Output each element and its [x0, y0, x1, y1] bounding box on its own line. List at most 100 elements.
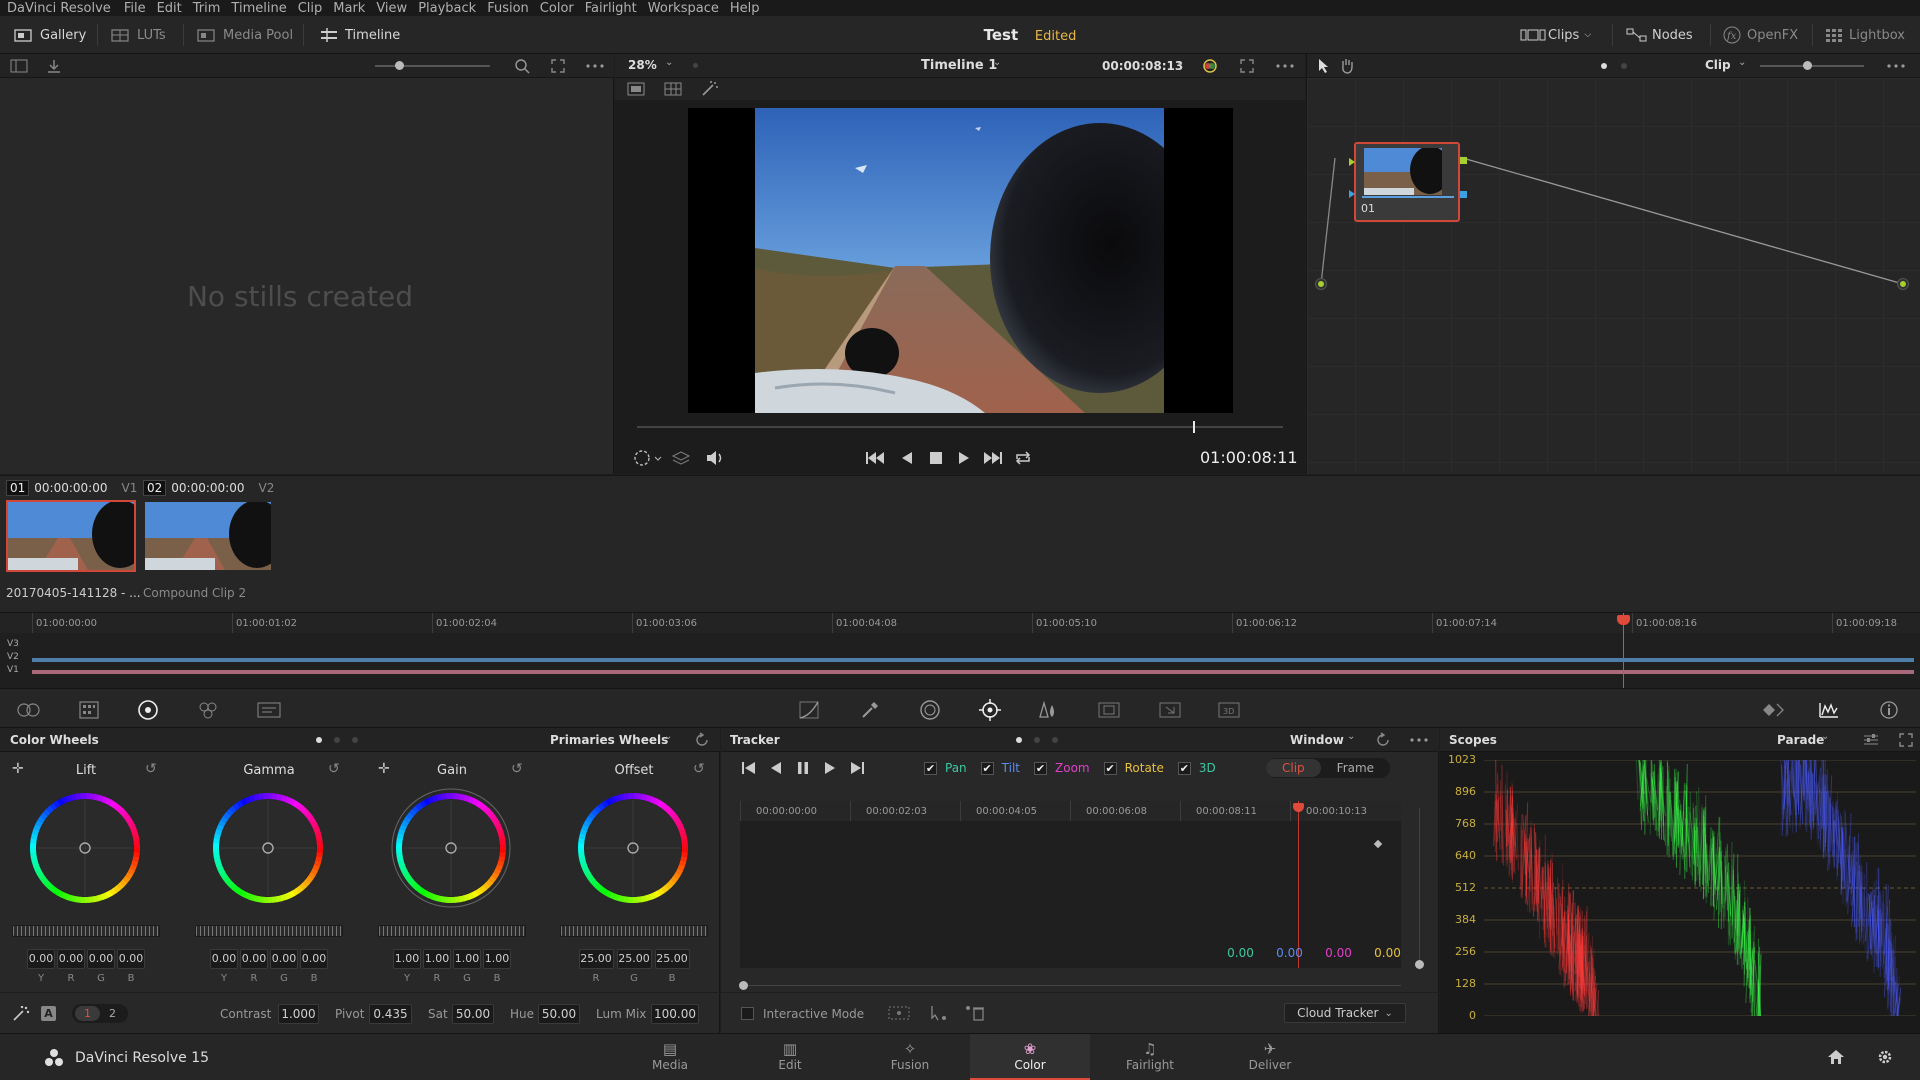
auto-color-icon[interactable]: A [41, 1006, 56, 1021]
wheel-value-field[interactable]: 1.00 [453, 949, 481, 969]
master-wheel-slider[interactable] [195, 925, 343, 937]
node-zoom-handle[interactable] [1803, 61, 1812, 70]
keyframes-icon[interactable] [1761, 700, 1785, 720]
expand-icon[interactable] [1898, 732, 1914, 748]
gear-icon[interactable] [1876, 1048, 1894, 1066]
sat-field[interactable]: 50.00 [452, 1004, 494, 1024]
master-wheel-slider[interactable] [378, 925, 526, 937]
tracker-mode-select[interactable]: Window [1290, 733, 1344, 747]
luts-button[interactable]: LUTs [111, 25, 166, 45]
key-icon[interactable] [1097, 700, 1121, 720]
interactive-mode-checkbox[interactable] [741, 1007, 754, 1020]
rgb-mixer-icon[interactable] [197, 700, 219, 720]
home-icon[interactable] [1827, 1049, 1845, 1065]
menu-davinci[interactable]: DaVinci Resolve [7, 1, 111, 16]
menu-timeline[interactable]: Timeline [231, 1, 286, 16]
page-tab-fusion[interactable]: ✧ Fusion [850, 1034, 970, 1080]
page-tab-deliver[interactable]: ✈ Deliver [1210, 1034, 1330, 1080]
chevron-down-icon[interactable]: ⌄ [993, 57, 1001, 68]
menu-mark[interactable]: Mark [333, 1, 365, 16]
tracker-icon[interactable] [978, 699, 1002, 721]
openfx-button[interactable]: fx OpenFX [1723, 25, 1798, 45]
wheel-value-field[interactable]: 0.00 [87, 949, 115, 969]
volume-icon[interactable] [705, 449, 725, 467]
menu-color[interactable]: Color [540, 1, 574, 16]
node-input-rgb[interactable] [1349, 158, 1355, 166]
clips-button[interactable]: Clips ⌵ [1520, 25, 1591, 45]
track-v2-clip[interactable] [32, 658, 1914, 662]
menu-fairlight[interactable]: Fairlight [585, 1, 637, 16]
lightbox-button[interactable]: Lightbox [1825, 25, 1905, 45]
pointer-icon[interactable] [1317, 58, 1331, 74]
tracker-graph[interactable]: 00:00:00:00 00:00:02:03 00:00:04:05 00:00:0… [740, 801, 1401, 968]
menu-help[interactable]: Help [730, 1, 760, 16]
menu-file[interactable]: File [124, 1, 146, 16]
single-view-icon[interactable] [627, 82, 645, 96]
grab-still-icon[interactable] [46, 58, 62, 74]
wheel-value-field[interactable]: 1.00 [423, 949, 451, 969]
wheel-value-field[interactable]: 0.00 [57, 949, 85, 969]
dot-icon[interactable] [1052, 737, 1058, 743]
page-tab-color[interactable]: ❀ Color [970, 1034, 1090, 1080]
timeline-button[interactable]: Timeline [319, 25, 400, 45]
node-graph[interactable]: 01 [1307, 78, 1920, 474]
wheels-page-1[interactable]: 1 [75, 1006, 100, 1021]
grid-view-icon[interactable] [664, 82, 682, 96]
scope-settings-icon[interactable] [1863, 733, 1879, 747]
track-reverse-frame-icon[interactable] [769, 761, 783, 775]
fullscreen-icon[interactable] [1239, 58, 1255, 74]
qualifier-icon[interactable] [860, 700, 880, 720]
chevron-down-icon[interactable]: ⌄ [1738, 57, 1746, 68]
tracker-check-tilt[interactable]: ✔ Tilt [980, 761, 1020, 775]
clip-item-01[interactable]: 01 00:00:00:00 V1 20170405-141128 - ... [6, 480, 141, 605]
frame-toggle[interactable]: Frame [1321, 759, 1390, 777]
reset-icon[interactable]: ↺ [511, 761, 523, 777]
dot-icon[interactable] [334, 737, 340, 743]
node-input-key[interactable] [1349, 190, 1355, 198]
node-output-rgb[interactable] [1460, 157, 1467, 164]
viewer-zoom[interactable]: 28% [628, 58, 657, 72]
wheel-value-field[interactable]: 1.00 [393, 949, 421, 969]
menu-edit[interactable]: Edit [157, 1, 182, 16]
tracker-playhead[interactable] [1298, 801, 1299, 968]
wheels-mode-select[interactable]: Primaries Wheels [550, 733, 668, 747]
tracker-check-pan[interactable]: ✔ Pan [924, 761, 967, 775]
color-wheel[interactable] [391, 788, 511, 908]
color-match-icon[interactable] [78, 700, 100, 720]
loop-region-icon[interactable] [633, 449, 663, 467]
page-tab-edit[interactable]: ▥ Edit [730, 1034, 850, 1080]
wheel-value-field[interactable]: 1.00 [483, 949, 511, 969]
go-to-end-icon[interactable] [983, 450, 1003, 466]
cloud-tracker-select[interactable]: Cloud Tracker ⌄ [1284, 1003, 1406, 1023]
gallery-zoom-slider[interactable] [375, 65, 490, 67]
reset-icon[interactable] [1375, 732, 1391, 748]
wheel-value-field[interactable]: 25.00 [578, 949, 614, 969]
dot-icon[interactable] [1034, 737, 1040, 743]
reset-icon[interactable]: ↺ [328, 761, 340, 777]
track-to-start-icon[interactable] [741, 761, 757, 775]
track-v1-clip[interactable] [32, 670, 1914, 674]
video-frame[interactable] [755, 108, 1164, 413]
gallery-zoom-handle[interactable] [395, 61, 404, 70]
info-icon[interactable] [1879, 700, 1899, 720]
media-pool-button[interactable]: Media Pool [197, 25, 293, 45]
more-options-icon[interactable] [1410, 738, 1428, 742]
node-zoom-slider[interactable] [1760, 65, 1864, 67]
output-dot[interactable] [1897, 278, 1909, 290]
tracker-check-rotate[interactable]: ✔ Rotate [1103, 761, 1164, 775]
tracker-check-zoom[interactable]: ✔ Zoom [1034, 761, 1090, 775]
node-output-key[interactable] [1460, 191, 1467, 198]
master-wheel-slider[interactable] [560, 925, 708, 937]
menu-fusion[interactable]: Fusion [487, 1, 529, 16]
layers-icon[interactable] [672, 450, 690, 466]
track-forward-frame-icon[interactable] [823, 761, 837, 775]
wheel-value-field[interactable]: 0.00 [240, 949, 268, 969]
menu-workspace[interactable]: Workspace [648, 1, 719, 16]
node-mode-select[interactable]: Clip [1705, 58, 1731, 72]
more-options-icon[interactable] [1276, 64, 1294, 68]
scopes-mode-select[interactable]: Parade [1777, 733, 1824, 747]
menu-trim[interactable]: Trim [193, 1, 221, 16]
camera-raw-icon[interactable] [16, 700, 42, 720]
more-options-icon[interactable] [586, 64, 604, 68]
chevron-down-icon[interactable]: ⌄ [1821, 731, 1829, 742]
